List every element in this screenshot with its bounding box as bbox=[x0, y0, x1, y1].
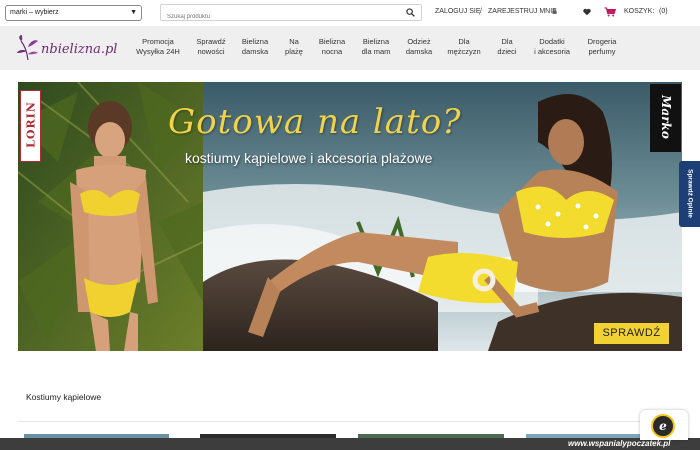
auth-separator: / bbox=[480, 8, 482, 15]
hero-subline: kostiumy kąpielowe i akcesoria plażowe bbox=[185, 150, 433, 166]
nav-item-odziez-damska[interactable]: Odzież damska bbox=[401, 37, 437, 57]
nav-item-nowosci[interactable]: Sprawdź nowości bbox=[191, 37, 231, 57]
hero-headline: Gotowa na lato? bbox=[168, 102, 462, 142]
page: marki – wybierz ▼ ZALOGUJ SIĘ / ZAREJEST… bbox=[0, 0, 700, 450]
search-box bbox=[160, 4, 422, 25]
brand-select-value: marki – wybierz bbox=[10, 9, 59, 16]
trust-badge[interactable]: e bbox=[640, 410, 688, 440]
login-link[interactable]: ZALOGUJ SIĘ bbox=[435, 8, 481, 15]
nav-item-line2: mężczyzn bbox=[447, 47, 481, 56]
cart-count: (0) bbox=[659, 8, 668, 15]
nav-item-line1: Bielizna bbox=[362, 37, 390, 46]
nav-item-dla-mezczyzn[interactable]: Dla mężczyzn bbox=[444, 37, 484, 57]
nav-item-line1: Bielizna bbox=[318, 37, 346, 46]
hero-cta-button[interactable]: SPRAWDŹ bbox=[594, 323, 669, 344]
nav-item-line1: Dodatki bbox=[539, 37, 565, 46]
nav-item-line1: Bielizna bbox=[241, 37, 269, 46]
nav-item-promocja[interactable]: Promocja Wysyłka 24H bbox=[135, 37, 181, 57]
nav-item-line2: nocna bbox=[321, 47, 343, 56]
nav-item-line2: plażę bbox=[285, 47, 303, 56]
search-input[interactable] bbox=[161, 9, 391, 25]
nav-item-line1: Dla bbox=[501, 37, 513, 46]
nav-item-line2: Wysyłka 24H bbox=[136, 47, 180, 56]
nav-item-line1: Na bbox=[289, 37, 299, 46]
brand-select[interactable]: marki – wybierz ▼ bbox=[5, 5, 142, 21]
heart-icon[interactable] bbox=[583, 8, 591, 16]
trust-badge-letter: e bbox=[659, 419, 667, 433]
section-title: Kostiumy kąpielowe bbox=[26, 392, 102, 402]
nav-item-dla-dzieci[interactable]: Dla dzieci bbox=[492, 37, 522, 57]
nav-item-drogeria[interactable]: Drogeria perfumy bbox=[582, 37, 622, 57]
nav-item-line1: Odzież bbox=[407, 37, 431, 46]
nav-item-line1: Sprawdź bbox=[196, 37, 226, 46]
nav-item-bielizna-dla-mam[interactable]: Bielizna dla mam bbox=[357, 37, 395, 57]
watermark-text: www.wspanialypoczatek.pl bbox=[568, 439, 671, 448]
marko-brand-text: Marko bbox=[659, 95, 673, 139]
register-link[interactable]: ZAREJESTRUJ MNIE bbox=[488, 8, 557, 15]
hero-banner[interactable]: LORIN Marko Gotowa na lato? kostiumy kąp… bbox=[18, 82, 682, 351]
lock-icon bbox=[552, 9, 557, 14]
nav-item-line2: dzieci bbox=[497, 47, 517, 56]
cart-link[interactable]: KOSZYK: bbox=[624, 8, 654, 15]
search-icon[interactable] bbox=[406, 8, 415, 17]
nav-item-na-plaze[interactable]: Na plażę bbox=[280, 37, 308, 57]
marko-brand-logo[interactable]: Marko bbox=[650, 84, 681, 152]
lorin-brand-text: LORIN bbox=[24, 101, 38, 148]
nav-item-line2: dla mam bbox=[361, 47, 391, 56]
top-bar: marki – wybierz ▼ ZALOGUJ SIĘ / ZAREJEST… bbox=[0, 0, 700, 26]
nav-item-bielizna-nocna[interactable]: Bielizna nocna bbox=[314, 37, 350, 57]
section-divider bbox=[18, 421, 682, 422]
nav-item-bielizna-damska[interactable]: Bielizna damska bbox=[237, 37, 273, 57]
opinions-tab-label: Sprawdź Opinie bbox=[686, 169, 694, 218]
main-navigation: nbielizna.pl Promocja Wysyłka 24H Sprawd… bbox=[0, 26, 700, 70]
nav-item-line2: nowości bbox=[197, 47, 225, 56]
cart-icon[interactable] bbox=[604, 7, 616, 17]
nav-item-line1: Drogeria bbox=[587, 37, 617, 46]
trust-badge-icon: e bbox=[651, 414, 675, 438]
opinions-tab[interactable]: Sprawdź Opinie bbox=[679, 161, 700, 227]
nav-item-line1: Promocja bbox=[142, 37, 174, 46]
nav-item-dodatki[interactable]: Dodatki i akcesoria bbox=[530, 37, 574, 57]
nav-item-line2: damska bbox=[405, 47, 433, 56]
nav-item-line2: i akcesoria bbox=[534, 47, 570, 56]
nav-item-line2: damska bbox=[241, 47, 269, 56]
nav-item-line2: perfumy bbox=[588, 47, 616, 56]
lorin-brand-logo[interactable]: LORIN bbox=[20, 90, 41, 162]
chevron-down-icon: ▼ bbox=[130, 9, 137, 16]
logo-text: nbielizna.pl bbox=[41, 42, 118, 57]
flower-logo-icon bbox=[17, 35, 38, 61]
nav-item-line1: Dla bbox=[458, 37, 470, 46]
